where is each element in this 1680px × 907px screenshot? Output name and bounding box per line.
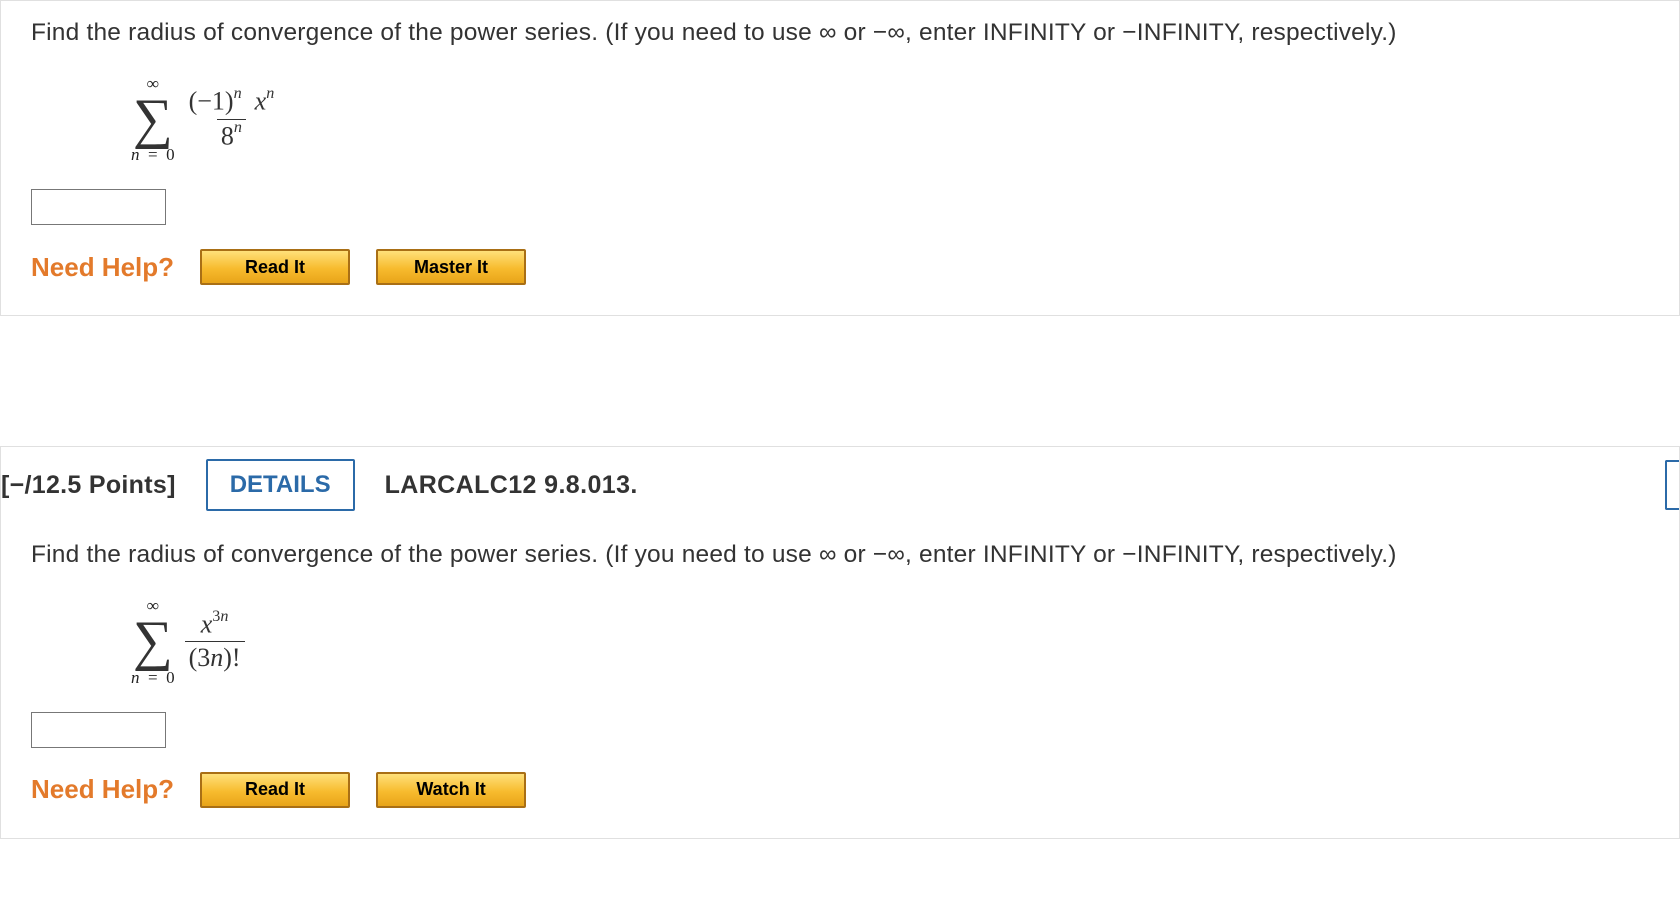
need-help-label: Need Help?	[31, 774, 174, 805]
denominator: (3n)!	[185, 641, 245, 673]
sum-lower-limit: n = 0	[131, 146, 175, 163]
numerator: (−1)n xn	[185, 87, 279, 118]
fraction: x3n (3n)!	[185, 610, 245, 673]
fraction: (−1)n xn 8n	[185, 87, 279, 151]
question-prompt: Find the radius of convergence of the po…	[31, 541, 1649, 569]
help-row: Need Help? Read It Watch It	[31, 772, 1649, 808]
help-row: Need Help? Read It Master It	[31, 249, 1649, 285]
sum-lower-limit: n = 0	[131, 669, 175, 686]
master-it-button[interactable]: Master It	[376, 249, 526, 285]
sigma-icon: ∑	[133, 94, 173, 144]
question-header: [−/12.5 Points] DETAILS LARCALC12 9.8.01…	[0, 446, 1680, 523]
points-label: [−/12.5 Points]	[1, 471, 176, 500]
answer-input[interactable]	[31, 712, 166, 748]
read-it-button[interactable]: Read It	[200, 772, 350, 808]
reference-code: LARCALC12 9.8.013.	[385, 471, 638, 500]
read-it-button[interactable]: Read It	[200, 249, 350, 285]
formula: ∞ ∑ n = 0 (−1)n xn 8n	[31, 61, 1649, 175]
question-prompt: Find the radius of convergence of the po…	[31, 19, 1649, 47]
header-right-stub[interactable]	[1665, 460, 1679, 510]
numerator: x3n	[197, 610, 233, 641]
question-card-1: Find the radius of convergence of the po…	[0, 0, 1680, 316]
denominator: 8n	[217, 119, 246, 151]
question-card-2: Find the radius of convergence of the po…	[0, 523, 1680, 838]
details-button[interactable]: DETAILS	[206, 459, 355, 511]
formula: ∞ ∑ n = 0 x3n (3n)!	[31, 583, 1649, 697]
need-help-label: Need Help?	[31, 252, 174, 283]
sigma-icon: ∑	[133, 616, 173, 666]
answer-input[interactable]	[31, 189, 166, 225]
watch-it-button[interactable]: Watch It	[376, 772, 526, 808]
